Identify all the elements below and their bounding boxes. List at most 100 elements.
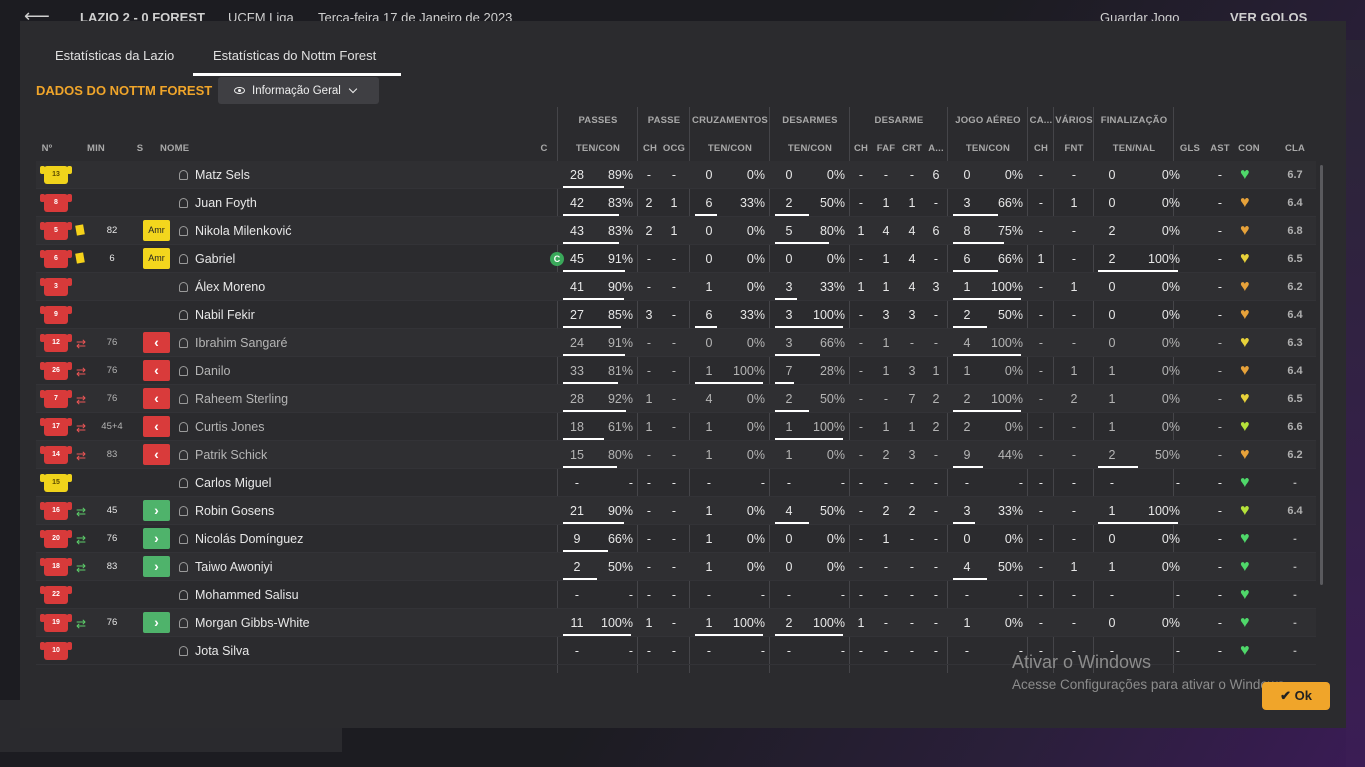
table-row[interactable]: 16 ⇄ 45 › Robin Gosens 21 90% - -1 0% 4 50% -2 2-3 33%…	[36, 497, 1316, 525]
desarme-stat: -	[933, 504, 939, 518]
desarme-stat: -	[858, 364, 864, 378]
ast-stat: -	[1217, 224, 1223, 238]
player-name[interactable]: Morgan Gibbs-White	[179, 609, 519, 637]
shirt-number: 3	[40, 278, 72, 296]
player-name[interactable]: Danilo	[179, 357, 519, 385]
table-row[interactable]: 3 Álex Moreno 41 90% - -1 0% 3 33% 1 1 4 3 1 100% -1 0 0%…	[36, 273, 1316, 301]
crosses-bar	[695, 634, 763, 636]
tackles-percent: -	[840, 476, 845, 490]
crosses-bar	[695, 214, 717, 216]
crosses-attempts: 6	[705, 196, 713, 210]
passes-percent: 89%	[607, 168, 633, 182]
table-row[interactable]: 19 ⇄ 76 › Morgan Gibbs-White 11 100% 1-1 100% 2 10…	[36, 609, 1316, 637]
tab-forest-stats[interactable]: Estatísticas do Nottm Forest	[213, 48, 376, 63]
shots-attempts: -	[1109, 476, 1115, 490]
desarme-stat: -	[858, 532, 864, 546]
player-name[interactable]: Raheem Sterling	[179, 385, 519, 413]
crosses-attempts: 4	[705, 392, 713, 406]
player-name[interactable]: Carlos Miguel	[179, 469, 519, 497]
tab-lazio-stats[interactable]: Estatísticas da Lazio	[55, 48, 174, 63]
column-header: TEN/CON	[787, 143, 833, 154]
passes-percent: 90%	[607, 504, 633, 518]
aerial-percent: 50%	[997, 560, 1023, 574]
aerial-attempts: -	[964, 644, 970, 658]
shots-percent: 0%	[1161, 224, 1180, 238]
person-icon	[179, 226, 188, 236]
table-row[interactable]: 6 6 Amr Gabriel C 45 91% - -0 0% 0 0% -1 4-6 66% 1-2 100…	[36, 245, 1316, 273]
table-row[interactable]: 8 Juan Foyth 42 83% 2 1 6 33% 2 50% -1 1-3 66% -1 0 0% -…	[36, 189, 1316, 217]
shirt-number: 15	[40, 474, 72, 492]
player-name[interactable]: Nicolás Domínguez	[179, 525, 519, 553]
table-row[interactable]: 9 Nabil Fekir 27 85% 3-6 33% 3 100% -3 3-2 50% - -0 0…	[36, 301, 1316, 329]
desarme-stat: 4	[908, 224, 916, 238]
player-name-text: Curtis Jones	[195, 420, 265, 434]
aerial-attempts: 3	[963, 504, 971, 518]
aerial-percent: -	[1018, 588, 1023, 602]
table-row[interactable]: 15 Carlos Miguel - - - - - - - - - - - - - - - - - - - ♥ -	[36, 469, 1316, 497]
player-name[interactable]: Curtis Jones	[179, 413, 519, 441]
player-name[interactable]: Robin Gosens	[179, 497, 519, 525]
passes-percent: 100%	[601, 616, 633, 630]
table-row[interactable]: 7 ⇄ 76 ‹ Raheem Sterling 28 92% 1-4 0% 2 50% - -7 2 2 1…	[36, 385, 1316, 413]
player-name[interactable]: Nabil Fekir	[179, 301, 519, 329]
player-name[interactable]: Ibrahim Sangaré	[179, 329, 519, 357]
table-row[interactable]: 26 ⇄ 76 ‹ Danilo 33 81% - -1 100% 7 28% -1 3 1 1 0% -1 1 0%…	[36, 357, 1316, 385]
player-name[interactable]: Álex Moreno	[179, 273, 519, 301]
column-header: NOME	[160, 143, 190, 154]
ok-button[interactable]: ✔ Ok	[1262, 682, 1330, 710]
active-tab-underline	[193, 73, 401, 76]
table-row[interactable]: 5 82 Amr Nikola Milenković 43 83% 2 1 0 0% 5 80% 1 4 4…	[36, 217, 1316, 245]
ast-stat: -	[1217, 392, 1223, 406]
ca-stat: -	[1038, 560, 1044, 574]
various-stat: -	[1071, 224, 1077, 238]
various-stat: -	[1071, 588, 1077, 602]
table-row[interactable]: 12 ⇄ 76 ‹ Ibrahim Sangaré 24 91% - -0 0% 3 66% -1- -4…	[36, 329, 1316, 357]
passes-attempts: 42	[570, 196, 584, 210]
shots-attempts: 0	[1108, 616, 1116, 630]
ast-stat: -	[1217, 196, 1223, 210]
minutes	[96, 637, 128, 665]
player-name[interactable]: Juan Foyth	[179, 189, 519, 217]
table-row[interactable]: 20 ⇄ 76 › Nicolás Domínguez 9 66% - -1 0% 0 0% -1- -0…	[36, 525, 1316, 553]
view-dropdown[interactable]: Informação Geral	[218, 77, 379, 104]
table-row[interactable]: 18 ⇄ 83 › Taiwo Awoniyi 2 50% - -1 0% 0 0% - - - -4 50% -…	[36, 553, 1316, 581]
desarme-stat: 3	[908, 364, 916, 378]
desarme-stat: -	[858, 168, 864, 182]
table-scrollbar[interactable]	[1320, 165, 1323, 585]
desarme-stat: -	[909, 336, 915, 350]
aerial-percent: 100%	[991, 336, 1023, 350]
passe-ocg: -	[671, 504, 677, 518]
shots-attempts: 0	[1108, 196, 1116, 210]
desarme-stat: -	[858, 196, 864, 210]
player-name[interactable]: Jota Silva	[179, 637, 519, 665]
column-header: C	[540, 143, 548, 154]
player-name[interactable]: Mohammed Salisu	[179, 581, 519, 609]
rating: 6.4	[1287, 197, 1303, 209]
table-row[interactable]: 17 ⇄ 45+4 ‹ Curtis Jones 18 61% 1-1 0% 1 100% -1 1 2 2…	[36, 413, 1316, 441]
tackles-percent: 100%	[813, 308, 845, 322]
player-name[interactable]: Taiwo Awoniyi	[179, 553, 519, 581]
person-icon	[179, 646, 188, 656]
person-icon	[179, 478, 188, 488]
table-row[interactable]: 22 Mohammed Salisu - - - - - - - - - - - - - - - - - - - ♥ -	[36, 581, 1316, 609]
passes-attempts: 18	[570, 420, 584, 434]
table-row[interactable]: 13 Matz Sels 28 89% - -0 0% 0 0% - - -6 0 0% - -0 0% - ♥ 6.…	[36, 161, 1316, 189]
table-row[interactable]: 14 ⇄ 83 ‹ Patrik Schick 15 80% - -1 0% 1 0% -2 3-9 44%…	[36, 441, 1316, 469]
passes-percent: 83%	[607, 196, 633, 210]
passe-ch: -	[646, 560, 652, 574]
aerial-percent: 44%	[997, 448, 1023, 462]
tackles-bar	[775, 522, 809, 524]
check-icon: ✔	[1280, 688, 1291, 703]
ast-stat: -	[1217, 308, 1223, 322]
person-icon	[179, 562, 188, 572]
player-name[interactable]: Nikola Milenković	[179, 217, 519, 245]
player-name[interactable]: Matz Sels	[179, 161, 519, 189]
player-name[interactable]: Patrik Schick	[179, 441, 519, 469]
sub-in-icon: ⇄	[76, 505, 87, 519]
player-name[interactable]: Gabriel	[179, 245, 519, 273]
column-header: FNT	[1064, 143, 1084, 154]
ast-stat: -	[1217, 588, 1223, 602]
ast-stat: -	[1217, 560, 1223, 574]
aerial-attempts: 0	[963, 168, 971, 182]
gls-stat	[1177, 357, 1203, 385]
